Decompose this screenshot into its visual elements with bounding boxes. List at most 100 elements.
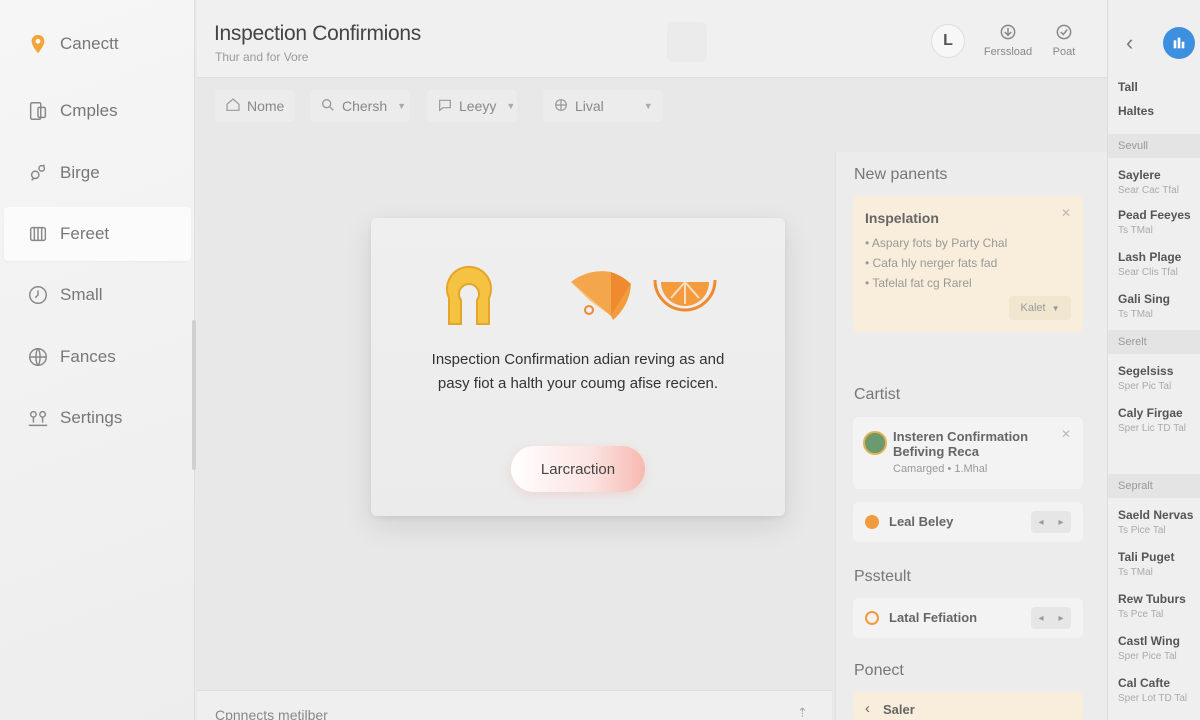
check-circle-icon <box>1054 22 1074 42</box>
clock-icon <box>24 281 52 309</box>
list-item-meta: Sper Lic TD Tal <box>1118 423 1186 434</box>
download-icon <box>998 22 1018 42</box>
list-item[interactable]: Segelsiss Sper Pic Tal <box>1118 364 1198 392</box>
list-item[interactable]: Saylere Sear Cac Tfal <box>1118 168 1198 196</box>
filter-home[interactable]: Nome <box>215 90 295 122</box>
sidebar-item-label: Cmples <box>60 101 118 120</box>
leal-beley-card[interactable]: Leal Beley ◂ ▸ <box>853 502 1083 542</box>
pager[interactable]: ◂ ▸ <box>1031 607 1071 629</box>
bottom-bar: Cpnnects metilber ⇡ <box>197 690 832 720</box>
page-header: Inspection Confirmions Thur and for Vore… <box>197 0 1107 78</box>
sidebar-item-cmples[interactable]: Cmples <box>4 84 191 138</box>
chevron-down-icon: ▼ <box>397 101 407 111</box>
pager[interactable]: ◂ ▸ <box>1031 511 1071 533</box>
sidebar-item-birge[interactable]: Birge <box>4 146 191 200</box>
section-title: Pssteult <box>854 568 911 585</box>
download-button[interactable]: Ferssload <box>978 22 1038 58</box>
saler-card[interactable]: ‹ Saler <box>853 692 1083 720</box>
close-icon[interactable]: ✕ <box>1061 206 1071 220</box>
chevron-down-icon: ▼ <box>643 101 653 111</box>
sidebar-item-label: Sertings <box>60 408 123 427</box>
list-item[interactable]: Gali Sing Ts TMal <box>1118 292 1198 320</box>
sidebar-item-fereet[interactable]: Fereet <box>4 207 191 261</box>
list-item[interactable]: Cal Cafte Sper Lot TD Tal <box>1118 676 1198 704</box>
post-label: Poat <box>1052 46 1076 58</box>
card-title: Inspelation <box>865 210 939 226</box>
list-item-title: Rew Tuburs <box>1118 592 1186 606</box>
list-item[interactable]: Tall Haltes <box>1118 80 1198 118</box>
layers-icon <box>24 220 52 248</box>
list-item[interactable]: Saeld Nervas Ts Pice Tal <box>1118 508 1198 536</box>
home-icon <box>225 97 241 116</box>
right-panel: New panents Inspelation ✕ • Aspary fots … <box>835 152 1107 720</box>
document-icon <box>24 97 52 125</box>
filter-level[interactable]: Lival ▼ <box>543 90 663 122</box>
chevron-left-icon[interactable]: ◂ <box>1038 517 1043 528</box>
avatar[interactable]: L <box>931 24 965 58</box>
chevron-right-icon[interactable]: ▸ <box>1058 517 1063 528</box>
sidebar-scrollbar[interactable] <box>192 320 196 470</box>
status-dot-icon <box>865 515 879 529</box>
list-item-meta: Sear Clis Tfal <box>1118 267 1178 278</box>
card-title: Insteren Confirmation <box>893 429 1029 444</box>
chevron-left-icon[interactable]: ‹ <box>865 700 870 717</box>
sidebar-item-fances[interactable]: Fances <box>4 330 191 384</box>
section-title: New panents <box>854 166 948 183</box>
chevron-down-icon: ▼ <box>506 101 516 111</box>
sidebar: Canectt Cmples Birge Fereet Small Fances <box>0 0 196 720</box>
confirmation-modal: Inspection Confirmation adian reving as … <box>371 218 785 516</box>
card-select[interactable]: Kalet ▼ <box>1009 296 1071 320</box>
list-item[interactable]: Lash Plage Sear Clis Tfal <box>1118 250 1198 278</box>
sidebar-item-small[interactable]: Small <box>4 268 191 322</box>
filter-comments-label: Leeyy <box>459 98 497 114</box>
fan-icon <box>571 271 631 320</box>
page-title: Inspection Confirmions <box>214 22 421 45</box>
filter-level-label: Lival <box>575 98 604 114</box>
orange-slice-icon <box>653 279 717 312</box>
filter-search[interactable]: Chersh ▼ <box>310 90 410 122</box>
app-logo-icon <box>667 22 707 62</box>
chevron-left-icon[interactable]: ◂ <box>1038 613 1043 624</box>
sidebar-item-canectt[interactable]: Canectt <box>4 17 191 71</box>
list-item[interactable]: Caly Firgae Sper Lic TD Tal <box>1118 406 1198 434</box>
sidebar-item-label: Fances <box>60 347 116 366</box>
chevron-right-icon[interactable]: ▸ <box>1058 613 1063 624</box>
latal-fefiation-card[interactable]: Latal Fefiation ◂ ▸ <box>853 598 1083 638</box>
list-item-meta: Ts Pice Tal <box>1118 525 1166 536</box>
list-item-title: Cal Cafte <box>1118 676 1171 690</box>
page-subtitle: Thur and for Vore <box>215 50 309 64</box>
list-item[interactable]: Castl Wing Sper Pice Tal <box>1118 634 1198 662</box>
notification-card[interactable]: Insteren Confirmation Befiving Reca Cama… <box>853 417 1083 489</box>
bullet-item: Tafelal fat cg Rarel <box>872 276 972 290</box>
avatar <box>863 431 887 455</box>
list-item[interactable]: Pead Feeyes Ts TMal <box>1118 208 1198 236</box>
chevron-down-icon: ▼ <box>1051 303 1060 313</box>
sidebar-item-sertings[interactable]: Sertings <box>4 391 191 445</box>
list-item-meta: Sper Pice Tal <box>1118 651 1177 662</box>
section-title: Cartist <box>854 386 901 403</box>
bullet-item: Cafa hly nerger fats fad <box>872 256 998 270</box>
close-icon[interactable]: ✕ <box>1061 427 1071 441</box>
app-switch-button[interactable] <box>1163 27 1195 59</box>
sidebar-item-label: Small <box>60 285 103 304</box>
filter-search-label: Chersh <box>342 98 388 114</box>
filter-comments[interactable]: Leeyy ▼ <box>427 90 517 122</box>
list-item-meta: Sper Pic Tal <box>1118 381 1172 392</box>
card-title: Saler <box>883 702 915 717</box>
bullet-item: Aspary fots by Party Chal <box>871 236 1008 250</box>
back-chevron-icon[interactable]: ‹ <box>1126 30 1133 56</box>
list-item-meta: Ts Pce Tal <box>1118 609 1164 620</box>
inspection-card[interactable]: Inspelation ✕ • Aspary fots by Party Cha… <box>853 196 1083 332</box>
post-button[interactable]: Poat <box>1034 22 1094 58</box>
far-list-top: ‹ <box>1108 0 1200 78</box>
gears-icon <box>24 159 52 187</box>
list-item[interactable]: Rew Tuburs Ts Pce Tal <box>1118 592 1198 620</box>
download-label: Ferssload <box>983 46 1033 58</box>
list-item-meta: Sear Cac Tfal <box>1118 185 1179 196</box>
modal-message-line: pasy fiot a halth your coumg afise recic… <box>437 375 719 392</box>
list-item[interactable]: Tali Puget Ts TMal <box>1118 550 1198 578</box>
expand-icon[interactable]: ⇡ <box>797 705 808 720</box>
sidebar-item-label: Canectt <box>60 34 119 53</box>
modal-primary-button[interactable]: Larcraction <box>511 446 645 492</box>
far-right-list: ‹ Tall Haltes Sevull Saylere Sear Cac Tf… <box>1107 0 1200 720</box>
